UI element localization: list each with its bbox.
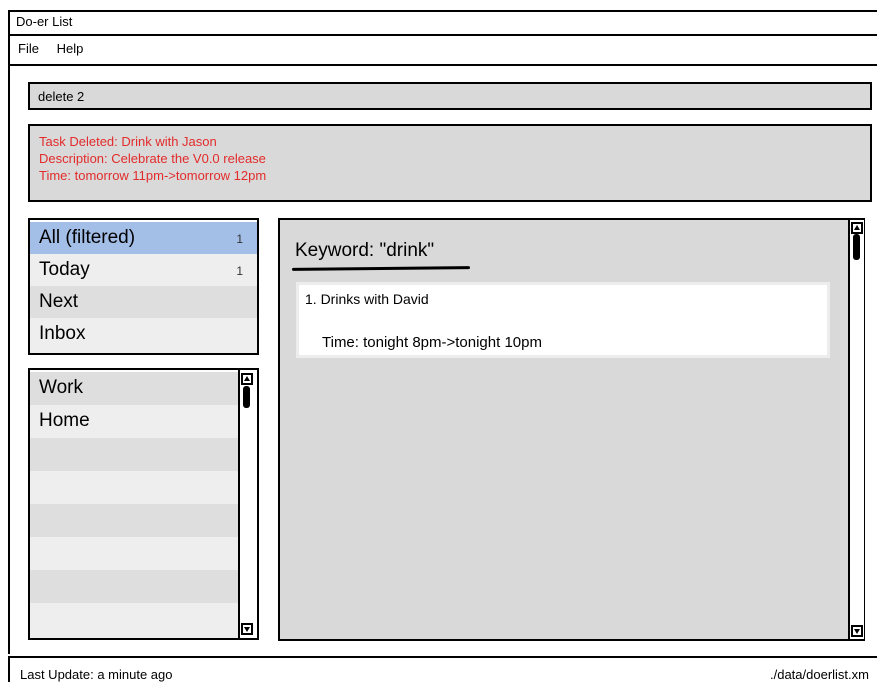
feedback-line: Task Deleted: Drink with Jason [39,134,217,149]
category-item-all[interactable]: All (filtered) 1 [30,222,257,254]
tag-item-home[interactable]: Home [30,405,238,438]
scroll-down-icon[interactable] [241,623,253,635]
window-title-bar: Do-er List [8,10,877,36]
feedback-line: Time: tomorrow 11pm->tomorrow 12pm [39,168,267,183]
list-item [30,438,238,471]
list-item [30,471,238,504]
scroll-up-icon[interactable] [851,222,863,234]
menu-help[interactable]: Help [57,41,84,56]
tag-list: Work Home [28,368,259,640]
menu-file[interactable]: File [18,41,39,56]
scroll-up-icon[interactable] [241,373,253,385]
category-label: Inbox [39,323,86,344]
list-item [30,504,238,537]
category-label: Today [39,259,90,280]
category-label: All (filtered) [39,227,136,248]
tag-item-work[interactable]: Work [30,372,238,405]
feedback-panel: Task Deleted: Drink with Jason Descripti… [28,124,872,202]
category-item-next[interactable]: Next [30,286,257,318]
list-item [30,570,238,603]
tag-label: Home [39,410,90,431]
command-input[interactable]: delete 2 [28,82,872,110]
tag-list-scrollbar[interactable] [238,370,254,638]
list-item [30,537,238,570]
scroll-thumb[interactable] [243,386,250,408]
task-panel-scrollbar[interactable] [848,220,864,639]
category-count: 1 [236,232,243,246]
category-item-today[interactable]: Today 1 [30,254,257,286]
tag-label: Work [39,377,83,398]
category-label: Next [39,291,79,312]
window-title: Do-er List [16,14,73,29]
category-item-inbox[interactable]: Inbox [30,318,257,353]
category-count: 1 [236,264,243,278]
scroll-down-icon[interactable] [851,625,863,637]
feedback-line: Description: Celebrate the V0.0 release [39,151,266,166]
last-update-status: Last Update: a minute ago [20,667,173,682]
data-file-path: ./data/doerlist.xm [770,667,869,682]
category-list: All (filtered) 1 Today 1 Next Inbox [28,218,259,355]
scroll-thumb[interactable] [853,234,860,260]
menu-bar: File Help [8,36,877,66]
task-time: Time: tonight 8pm->tonight 10pm [322,334,542,351]
search-keyword-heading: Keyword: "drink" [295,240,435,261]
task-title: 1. Drinks with David [305,291,429,307]
list-item [30,603,238,638]
